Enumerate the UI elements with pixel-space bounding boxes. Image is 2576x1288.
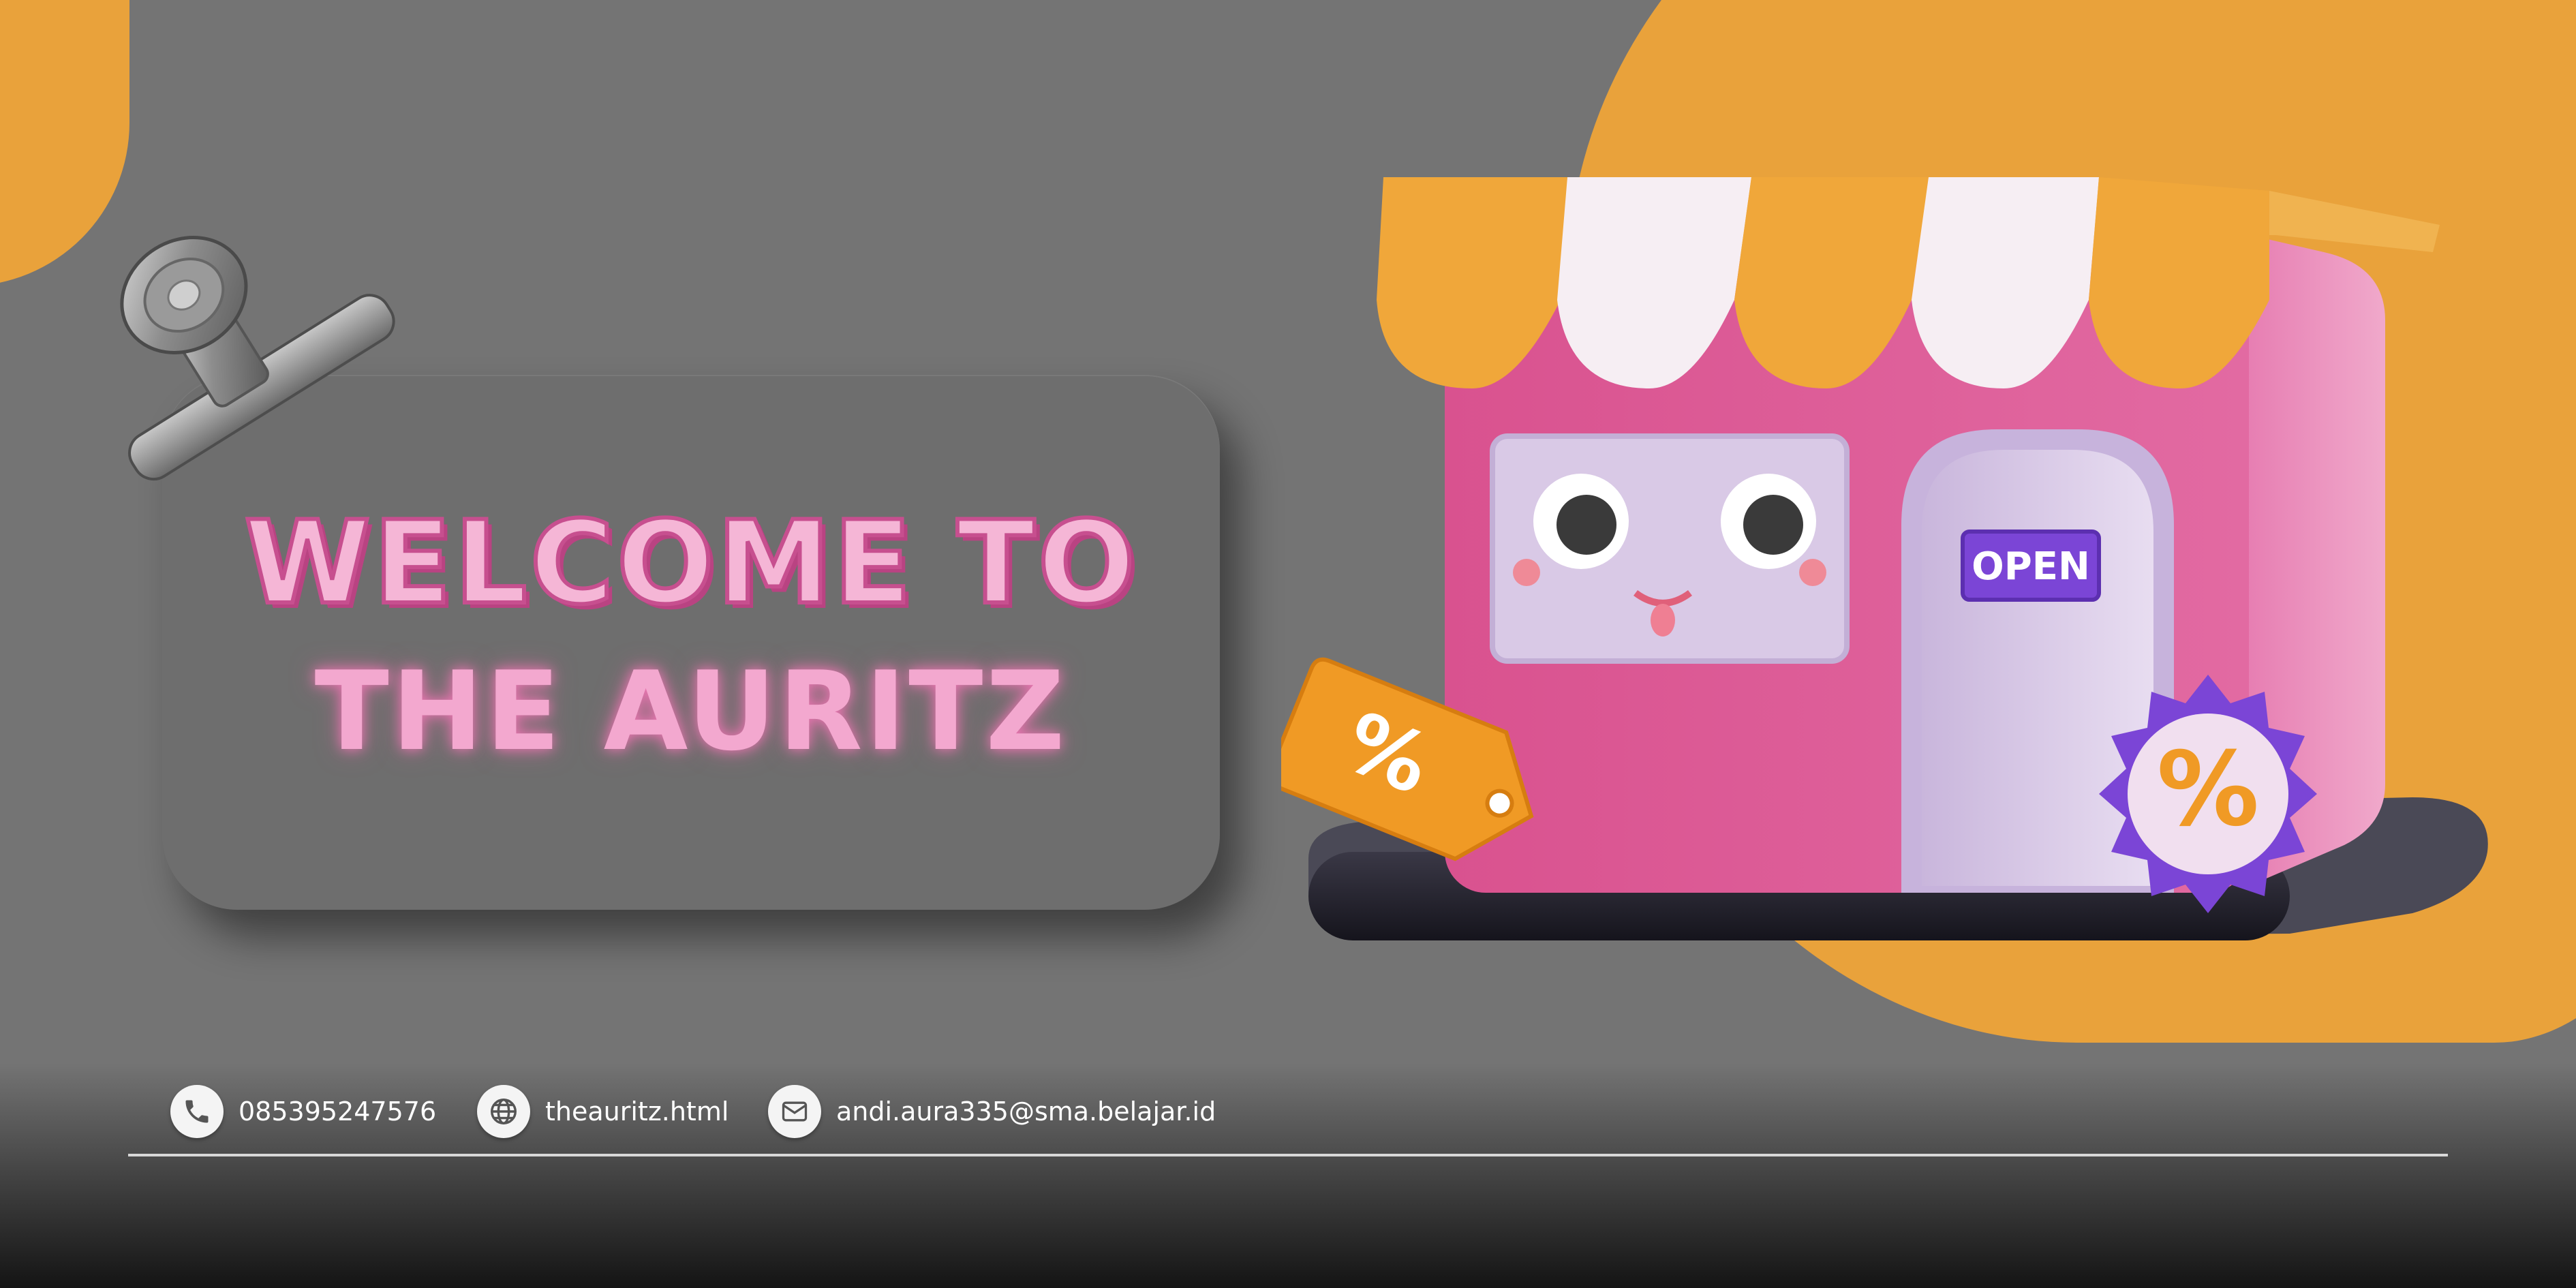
contact-phone[interactable]: 085395247576 — [170, 1084, 436, 1139]
badge-percent: % — [2157, 731, 2259, 849]
contact-website[interactable]: theauritz.html — [477, 1084, 729, 1139]
contact-email[interactable]: andi.aura335@sma.belajar.id — [768, 1084, 1216, 1139]
email-address: andi.aura335@sma.belajar.id — [836, 1097, 1216, 1126]
globe-icon — [477, 1085, 530, 1138]
shop-illustration: OPEN % % — [1281, 177, 2488, 940]
brand-title: THE AURITZ — [314, 647, 1068, 775]
footer-divider — [128, 1154, 2448, 1156]
shop-window-face — [1490, 433, 1850, 664]
open-sign: OPEN — [1972, 545, 2090, 589]
phone-number: 085395247576 — [239, 1097, 437, 1126]
banner-canvas: WELCOME TO THE AURITZ OPEN % % 085395247… — [0, 0, 2576, 1288]
shop-awning — [1377, 177, 2269, 388]
phone-icon — [170, 1085, 224, 1138]
contact-bar: 085395247576 theauritz.html andi.aura335… — [0, 1084, 2576, 1152]
mail-icon — [768, 1085, 821, 1138]
website-url: theauritz.html — [545, 1097, 729, 1126]
binder-clip-icon — [120, 236, 395, 481]
